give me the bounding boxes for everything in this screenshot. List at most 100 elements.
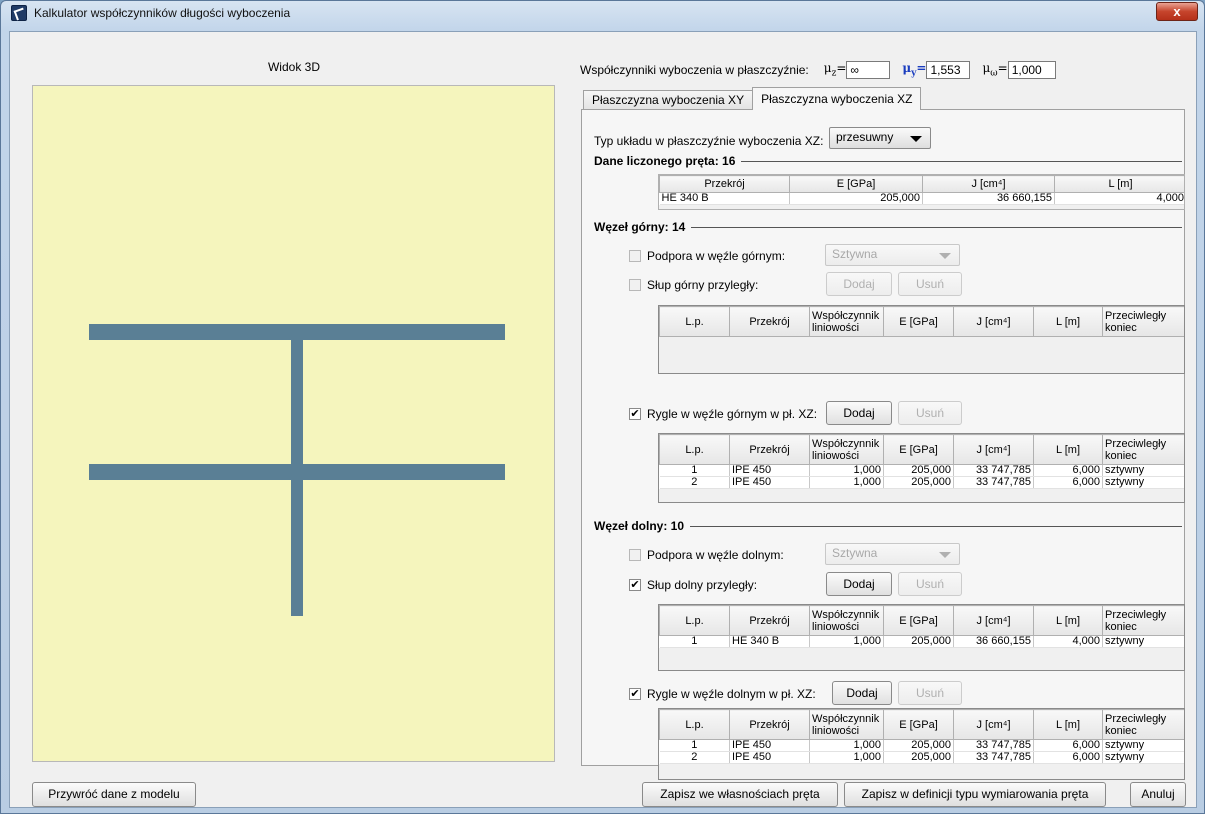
member-cell[interactable]: HE 340 B — [659, 192, 790, 205]
table-cell[interactable]: 2 — [659, 751, 730, 764]
col-header-lp[interactable]: L.p. — [659, 605, 730, 636]
table-cell[interactable]: 1 — [659, 739, 730, 752]
mu-z-field[interactable]: ∞ — [846, 61, 891, 79]
table-cell[interactable]: 33 747,785 — [953, 464, 1034, 477]
lower-column-checkbox[interactable]: ✔ Słup dolny przyległy: — [629, 578, 757, 592]
table-cell[interactable]: 1 — [659, 464, 730, 477]
col-header-e[interactable]: E [GPa] — [883, 434, 954, 465]
save-in-design-type-button[interactable]: Zapisz w definicji typu wymiarowania prę… — [844, 782, 1106, 807]
col-header-linearity[interactable]: Współczynnik liniowości — [809, 605, 884, 636]
col-header-e[interactable]: E [GPa] — [883, 306, 954, 337]
table-cell[interactable]: 6,000 — [1033, 751, 1103, 764]
col-header-l[interactable]: L [m] — [1033, 306, 1103, 337]
table-row[interactable]: 2 IPE 450 1,000 205,000 33 747,785 6,000… — [659, 751, 1184, 764]
table-cell[interactable]: 1,000 — [809, 635, 884, 648]
save-in-member-button[interactable]: Zapisz we własnościach pręta — [642, 782, 838, 807]
col-header-opposite-end[interactable]: Przeciwległy koniec — [1102, 306, 1184, 337]
col-header-e[interactable]: E [GPa] — [883, 709, 954, 740]
table-cell[interactable]: IPE 450 — [729, 739, 810, 752]
col-header-linearity[interactable]: Współczynnik liniowości — [809, 709, 884, 740]
view3d-canvas[interactable] — [32, 85, 555, 762]
title-bar[interactable]: Kalkulator współczynników długości wyboc… — [1, 1, 1204, 25]
lower-beams-checkbox[interactable]: ✔ Rygle w węźle dolnym w pł. XZ: — [629, 687, 816, 701]
lower-beams-box[interactable]: ✔ — [629, 688, 641, 700]
member-cell[interactable]: 205,000 — [789, 192, 923, 205]
tab-plane-xz[interactable]: Płaszczyzna wyboczenia XZ — [752, 87, 922, 110]
col-header-j[interactable]: J [cm⁴] — [953, 306, 1034, 337]
lower-column-remove-button[interactable]: Usuń — [898, 572, 962, 596]
table-cell[interactable]: 205,000 — [883, 476, 954, 489]
table-cell[interactable]: 6,000 — [1033, 739, 1103, 752]
table-cell[interactable]: sztywny — [1102, 464, 1184, 477]
upper-column-remove-button[interactable]: Usuń — [898, 272, 962, 296]
lower-column-add-button[interactable]: Dodaj — [826, 572, 892, 596]
table-cell[interactable]: IPE 450 — [729, 476, 810, 489]
table-cell[interactable]: 1 — [659, 635, 730, 648]
cancel-button[interactable]: Anuluj — [1130, 782, 1186, 807]
col-header-j[interactable]: J [cm⁴] — [953, 605, 1034, 636]
table-cell[interactable]: 205,000 — [883, 739, 954, 752]
upper-column-add-button[interactable]: Dodaj — [826, 272, 892, 296]
lower-support-checkbox[interactable]: Podpora w węźle dolnym: — [629, 548, 784, 562]
system-type-select[interactable]: przesuwny — [829, 127, 931, 149]
upper-beams-box[interactable]: ✔ — [629, 408, 641, 420]
col-header-l[interactable]: L [m] — [1033, 434, 1103, 465]
col-header-l[interactable]: L [m] — [1033, 605, 1103, 636]
table-cell[interactable]: IPE 450 — [729, 464, 810, 477]
upper-beams-add-button[interactable]: Dodaj — [826, 401, 892, 425]
tab-plane-xy[interactable]: Płaszczyzna wyboczenia XY — [583, 90, 754, 111]
upper-column-checkbox[interactable]: Słup górny przyległy: — [629, 278, 758, 292]
table-cell[interactable]: 1,000 — [809, 739, 884, 752]
restore-from-model-button[interactable]: Przywróć dane z modelu — [32, 782, 196, 807]
member-header-l[interactable]: L [m] — [1054, 175, 1184, 193]
table-cell[interactable]: 33 747,785 — [953, 751, 1034, 764]
table-cell[interactable]: HE 340 B — [729, 635, 810, 648]
table-cell[interactable]: 1,000 — [809, 476, 884, 489]
table-row[interactable]: 1 HE 340 B 1,000 205,000 36 660,155 4,00… — [659, 635, 1184, 648]
lower-support-select[interactable]: Sztywna — [825, 543, 960, 565]
col-header-opposite-end[interactable]: Przeciwległy koniec — [1102, 434, 1184, 465]
col-header-l[interactable]: L [m] — [1033, 709, 1103, 740]
lower-column-box[interactable]: ✔ — [629, 579, 641, 591]
col-header-section[interactable]: Przekrój — [729, 434, 810, 465]
table-cell[interactable]: 1,000 — [809, 751, 884, 764]
col-header-opposite-end[interactable]: Przeciwległy koniec — [1102, 709, 1184, 740]
upper-support-box[interactable] — [629, 250, 641, 262]
col-header-opposite-end[interactable]: Przeciwległy koniec — [1102, 605, 1184, 636]
table-row[interactable]: 1 IPE 450 1,000 205,000 33 747,785 6,000… — [659, 464, 1184, 477]
table-cell[interactable]: 33 747,785 — [953, 739, 1034, 752]
mu-w-field[interactable]: 1,000 — [1007, 61, 1056, 79]
col-header-lp[interactable]: L.p. — [659, 709, 730, 740]
col-header-j[interactable]: J [cm⁴] — [953, 434, 1034, 465]
table-cell[interactable]: 205,000 — [883, 464, 954, 477]
member-row[interactable]: HE 340 B 205,000 36 660,155 4,000 — [659, 192, 1184, 205]
table-cell[interactable]: 6,000 — [1033, 476, 1103, 489]
member-header-e[interactable]: E [GPa] — [789, 175, 923, 193]
member-header-j[interactable]: J [cm⁴] — [922, 175, 1055, 193]
upper-support-select[interactable]: Sztywna — [825, 244, 960, 266]
member-cell[interactable]: 4,000 — [1054, 192, 1184, 205]
close-button[interactable]: x — [1156, 2, 1198, 21]
table-cell[interactable]: sztywny — [1102, 751, 1184, 764]
table-cell[interactable]: 205,000 — [883, 635, 954, 648]
mu-y-field[interactable]: 1,553 — [926, 61, 971, 79]
col-header-section[interactable]: Przekrój — [729, 306, 810, 337]
lower-beams-remove-button[interactable]: Usuń — [898, 681, 962, 705]
col-header-linearity[interactable]: Współczynnik liniowości — [809, 306, 884, 337]
table-cell[interactable]: sztywny — [1102, 476, 1184, 489]
member-cell[interactable]: 36 660,155 — [922, 192, 1055, 205]
col-header-linearity[interactable]: Współczynnik liniowości — [809, 434, 884, 465]
table-cell[interactable]: sztywny — [1102, 739, 1184, 752]
upper-beams-checkbox[interactable]: ✔ Rygle w węźle górnym w pł. XZ: — [629, 407, 817, 421]
upper-support-checkbox[interactable]: Podpora w węźle górnym: — [629, 249, 785, 263]
member-header-section[interactable]: Przekrój — [659, 175, 790, 193]
table-cell[interactable]: 205,000 — [883, 751, 954, 764]
col-header-section[interactable]: Przekrój — [729, 605, 810, 636]
table-row[interactable]: 2 IPE 450 1,000 205,000 33 747,785 6,000… — [659, 476, 1184, 489]
col-header-e[interactable]: E [GPa] — [883, 605, 954, 636]
table-cell[interactable]: 6,000 — [1033, 464, 1103, 477]
table-cell[interactable]: 4,000 — [1033, 635, 1103, 648]
lower-support-box[interactable] — [629, 549, 641, 561]
table-cell[interactable]: 33 747,785 — [953, 476, 1034, 489]
lower-beams-add-button[interactable]: Dodaj — [832, 681, 892, 705]
